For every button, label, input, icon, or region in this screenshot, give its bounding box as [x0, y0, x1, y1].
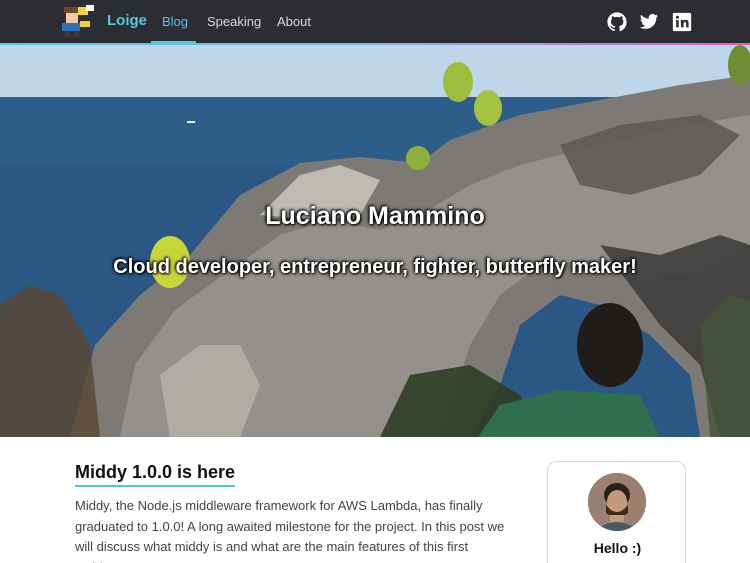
brand-name[interactable]: Loige — [107, 12, 147, 29]
github-icon[interactable] — [607, 12, 627, 32]
twitter-icon[interactable] — [639, 12, 659, 32]
pixel-avatar-icon — [58, 3, 96, 39]
hero-title: Luciano Mammino — [265, 202, 485, 230]
top-navbar: Loige Blog Speaking About — [0, 0, 750, 44]
profile-card: Hello :) — [547, 461, 686, 563]
post-excerpt: Middy, the Node.js middleware framework … — [75, 498, 505, 563]
nav-link-about[interactable]: About — [277, 14, 311, 29]
hero-banner: Luciano Mammino Cloud developer, entrepr… — [0, 45, 750, 437]
hero-tagline: Cloud developer, entrepreneur, fighter, … — [113, 256, 637, 278]
linkedin-icon[interactable] — [672, 12, 692, 32]
nav-link-blog[interactable]: Blog — [162, 14, 188, 29]
greeting-text: Hello :) — [593, 540, 642, 556]
hero-background-image — [0, 45, 750, 437]
nav-link-speaking[interactable]: Speaking — [207, 14, 261, 29]
logo[interactable] — [58, 2, 96, 40]
avatar — [588, 473, 646, 531]
post-title-link[interactable]: Middy 1.0.0 is here — [75, 462, 236, 487]
